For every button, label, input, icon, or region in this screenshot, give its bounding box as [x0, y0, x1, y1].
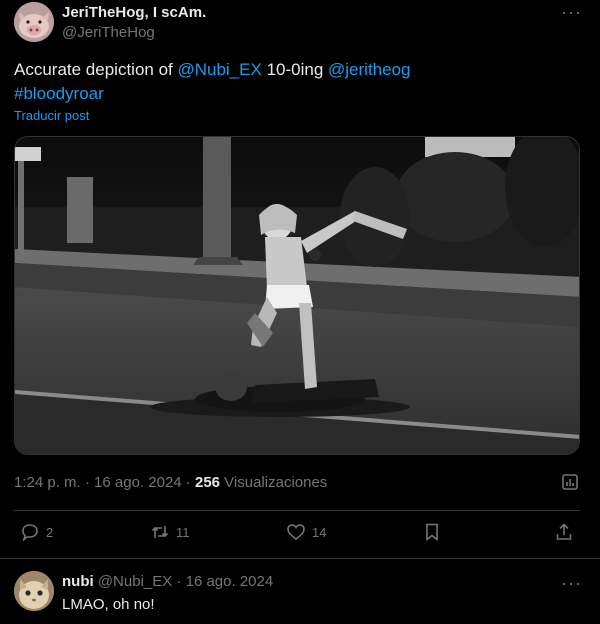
meta-separator: ·: [80, 474, 95, 491]
reply-header: nubi @Nubi_EX · 16 ago. 2024: [62, 573, 273, 590]
bookmark-icon: [426, 523, 438, 542]
reply-icon: [22, 524, 38, 542]
reply-count: 2: [46, 524, 54, 540]
reply-author-handle[interactable]: @Nubi_EX: [98, 573, 172, 590]
translate-link[interactable]: Traducir post: [14, 108, 89, 123]
hashtag-link[interactable]: #bloodyroar: [14, 84, 104, 103]
reply-avatar[interactable]: [14, 571, 54, 611]
more-icon[interactable]: ···: [561, 2, 582, 23]
reply-author-name[interactable]: nubi: [62, 573, 94, 590]
tweet-text: Accurate depiction of @Nubi_EX 10-0ing @…: [14, 58, 574, 106]
tweet-meta: 1:24 p. m. · 16 ago. 2024 · 256 Visualiz…: [14, 474, 327, 491]
reply-date[interactable]: 16 ago. 2024: [186, 573, 274, 590]
analytics-icon[interactable]: [560, 472, 580, 492]
share-icon: [556, 523, 572, 540]
meta-separator: ·: [181, 474, 195, 491]
mention-link[interactable]: @jeritheog: [328, 60, 410, 79]
author-handle[interactable]: @JeriTheHog: [62, 24, 155, 41]
tweet-text-part: Accurate depiction of: [14, 60, 178, 79]
repost-count: 11: [176, 524, 190, 540]
repost-button[interactable]: 11: [150, 522, 190, 542]
meta-separator: ·: [172, 573, 186, 590]
tweet-text-part: 10-0ing: [261, 60, 329, 79]
tweet: JeriTheHog, I scAm. @JeriTheHog ··· Accu…: [0, 0, 600, 558]
view-count: 256: [194, 474, 221, 491]
views-label: Visualizaciones: [220, 474, 328, 491]
divider: [14, 510, 580, 511]
tweet-time[interactable]: 1:24 p. m.: [14, 474, 81, 491]
tweet-media-image[interactable]: [14, 136, 580, 455]
mention-link[interactable]: @Nubi_EX: [177, 60, 261, 79]
bookmark-button[interactable]: [422, 522, 442, 542]
tweet-date[interactable]: 16 ago. 2024: [94, 474, 182, 491]
heart-icon: [287, 524, 305, 541]
like-count: 14: [312, 524, 327, 540]
repost-icon: [151, 526, 169, 538]
author-display-name[interactable]: JeriTheHog, I scAm.: [62, 4, 206, 21]
action-bar: 2 11 14: [14, 522, 580, 546]
reply-tweet[interactable]: nubi @Nubi_EX · 16 ago. 2024 LMAO, oh no…: [0, 558, 600, 624]
reply-text: LMAO, oh no!: [62, 596, 155, 613]
more-icon[interactable]: ···: [561, 573, 582, 594]
author-avatar[interactable]: [14, 2, 54, 42]
share-button[interactable]: [554, 522, 574, 542]
like-button[interactable]: 14: [286, 522, 326, 542]
reply-button[interactable]: 2: [20, 522, 53, 542]
